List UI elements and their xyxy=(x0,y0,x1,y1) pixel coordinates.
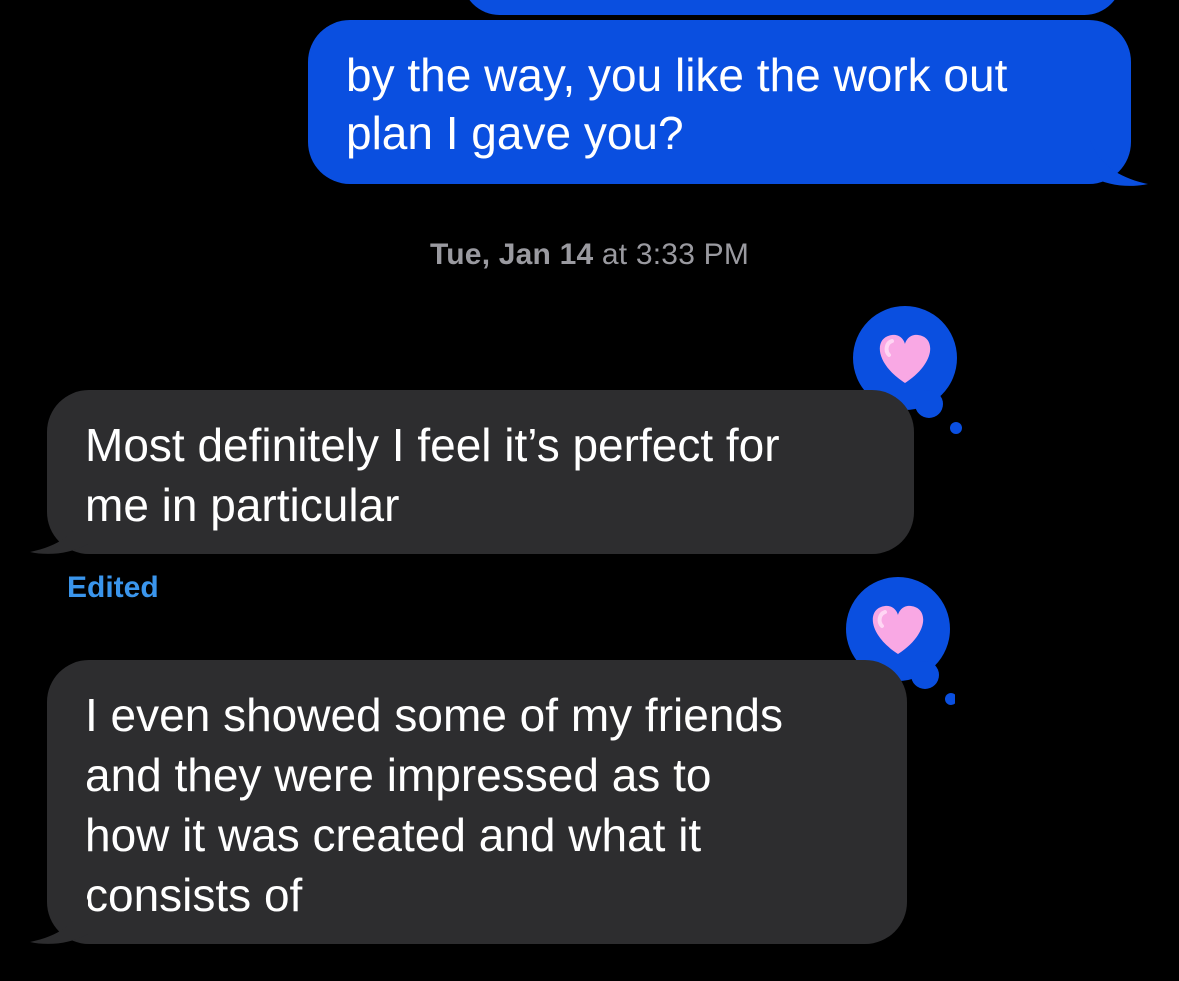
timestamp-time: 3:33 PM xyxy=(635,238,750,271)
incoming-message-bubble[interactable]: I even showed some of my friends and the… xyxy=(47,660,907,944)
message-line: consists of xyxy=(85,869,303,921)
incoming-bubble-tail xyxy=(30,508,88,554)
timestamp-at: at xyxy=(601,238,628,271)
message-line: by the way, you like the work out xyxy=(346,49,1008,101)
edited-label[interactable]: Edited xyxy=(67,571,159,605)
message-line: how it was created and what it xyxy=(85,809,702,861)
timestamp-day: Tue, Jan 14 xyxy=(429,238,594,271)
message-line: Most definitely I feel it’s perfect for xyxy=(85,419,780,471)
outgoing-message-bubble[interactable]: by the way, you like the work out plan I… xyxy=(308,20,1131,184)
incoming-message-bubble[interactable]: Most definitely I feel it’s perfect for … xyxy=(47,390,914,554)
message-line: and they were impressed as to xyxy=(85,749,712,801)
previous-message-bubble[interactable] xyxy=(462,0,1122,15)
message-line: plan I gave you? xyxy=(346,107,684,159)
message-line: me in particular xyxy=(85,479,400,531)
message-timestamp: Tue, Jan 14 at 3:33 PM xyxy=(0,238,1179,272)
outgoing-bubble-tail xyxy=(1090,140,1148,186)
incoming-bubble-tail xyxy=(30,898,88,944)
message-line: I even showed some of my friends xyxy=(85,689,783,741)
